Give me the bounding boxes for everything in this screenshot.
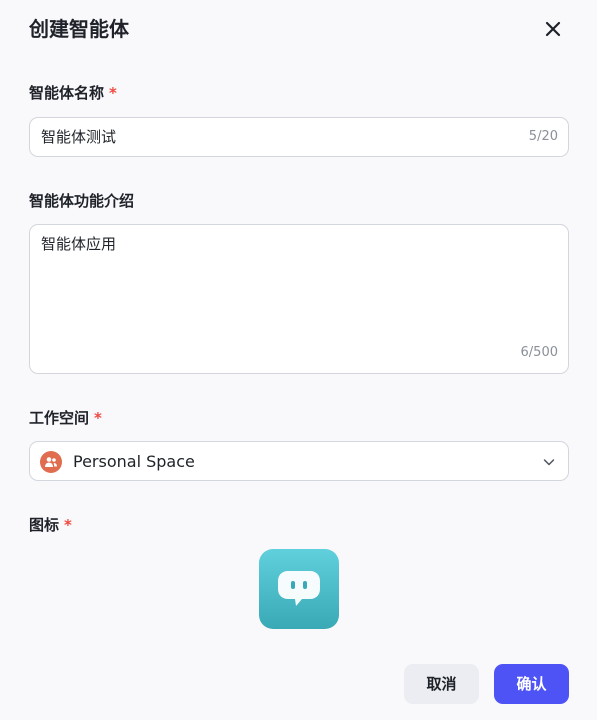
workspace-avatar: [40, 451, 62, 473]
description-textarea[interactable]: 智能体应用 6/500: [29, 224, 569, 374]
workspace-selected-value: Personal Space: [73, 452, 195, 471]
dialog-title: 创建智能体: [29, 17, 129, 41]
name-label-text: 智能体名称: [29, 84, 105, 102]
name-label: 智能体名称 *: [29, 83, 117, 103]
required-mark: *: [64, 516, 72, 534]
workspace-label: 工作空间 *: [29, 408, 102, 428]
icon-label-text: 图标: [29, 516, 60, 534]
close-icon: [545, 21, 561, 37]
cancel-button[interactable]: 取消: [404, 664, 479, 704]
description-value: 智能体应用: [41, 235, 117, 253]
description-label: 智能体功能介绍: [29, 192, 135, 210]
agent-name-value: 智能体测试: [41, 128, 117, 146]
agent-name-input[interactable]: 智能体测试 5/20: [29, 117, 569, 157]
workspace-select[interactable]: Personal Space: [29, 441, 569, 481]
confirm-button[interactable]: 确认: [494, 664, 569, 704]
create-agent-dialog: 创建智能体 智能体名称 * 智能体测试 5/20 智能体功能介绍 智能体应用 6/…: [0, 0, 597, 720]
workspace-label-text: 工作空间: [29, 409, 90, 427]
agent-icon-picker[interactable]: [259, 549, 339, 629]
icon-label: 图标 *: [29, 515, 72, 535]
required-mark: *: [94, 409, 102, 427]
users-icon: [45, 457, 57, 467]
chevron-down-icon: [543, 459, 555, 466]
chat-bubble-icon: [278, 571, 320, 606]
required-mark: *: [109, 84, 117, 102]
agent-name-counter: 5/20: [528, 129, 558, 144]
description-counter: 6/500: [520, 345, 558, 360]
close-button[interactable]: [541, 17, 565, 41]
